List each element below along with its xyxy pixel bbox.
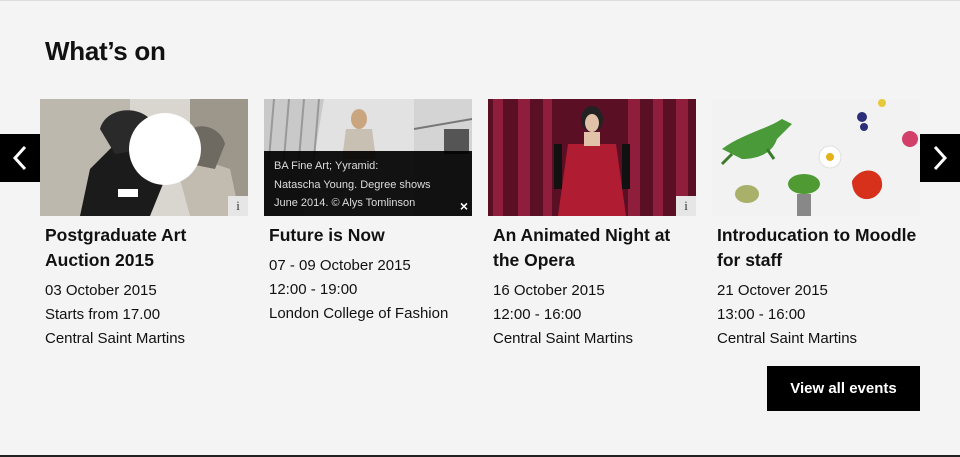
view-all-events-button[interactable]: View all events <box>767 366 920 411</box>
caption-line: June 2014. © Alys Tomlinson <box>274 197 416 209</box>
event-date: 07 - 09 October 2015 <box>269 257 411 274</box>
event-time: Starts from 17.00 <box>45 306 161 323</box>
event-card[interactable]: BA Fine Art; Yyramid: Natascha Young. De… <box>264 99 472 326</box>
event-title[interactable]: Introducation to Moodle for staff <box>717 223 920 273</box>
chevron-right-icon <box>933 145 948 171</box>
event-venue: Central Saint Martins <box>493 330 634 347</box>
close-caption-icon[interactable]: × <box>460 197 468 216</box>
event-photo <box>712 99 920 216</box>
top-divider <box>0 0 960 1</box>
caption-line: BA Fine Art; Yyramid: <box>274 160 379 172</box>
event-venue: London College of Fashion <box>269 305 449 322</box>
event-venue: Central Saint Martins <box>717 330 858 347</box>
event-title[interactable]: Postgraduate Art Auction 2015 <box>45 223 248 273</box>
carousel-prev-button[interactable] <box>0 134 40 182</box>
event-image[interactable] <box>712 99 920 216</box>
event-photo <box>488 99 696 216</box>
event-card[interactable]: Introducation to Moodle for staff 21 Oct… <box>712 99 920 351</box>
event-time: 13:00 - 16:00 <box>717 306 806 323</box>
event-title[interactable]: An Animated Night at the Opera <box>493 223 696 273</box>
caption-line: Natascha Young. Degree shows <box>274 178 431 191</box>
event-image[interactable]: i <box>40 99 248 216</box>
info-button[interactable]: i <box>228 196 248 216</box>
event-image[interactable]: BA Fine Art; Yyramid: Natascha Young. De… <box>264 99 472 216</box>
event-date: 21 Octover 2015 <box>717 282 828 299</box>
event-photo <box>40 99 248 216</box>
image-caption: BA Fine Art; Yyramid: Natascha Young. De… <box>264 151 472 216</box>
event-time: 12:00 - 16:00 <box>493 306 582 323</box>
carousel-next-button[interactable] <box>920 134 960 182</box>
event-time: 12:00 - 19:00 <box>269 281 358 298</box>
event-card[interactable]: i An Animated Night at the Opera 16 Octo… <box>488 99 696 351</box>
event-image[interactable]: i <box>488 99 696 216</box>
event-card[interactable]: i Postgraduate Art Auction 2015 03 Octob… <box>40 99 248 351</box>
info-button[interactable]: i <box>676 196 696 216</box>
event-date: 03 October 2015 <box>45 282 157 299</box>
event-date: 16 October 2015 <box>493 282 605 299</box>
event-title[interactable]: Future is Now <box>269 223 472 248</box>
chevron-left-icon <box>12 145 27 171</box>
event-venue: Central Saint Martins <box>45 330 186 347</box>
section-title: What’s on <box>45 36 166 66</box>
